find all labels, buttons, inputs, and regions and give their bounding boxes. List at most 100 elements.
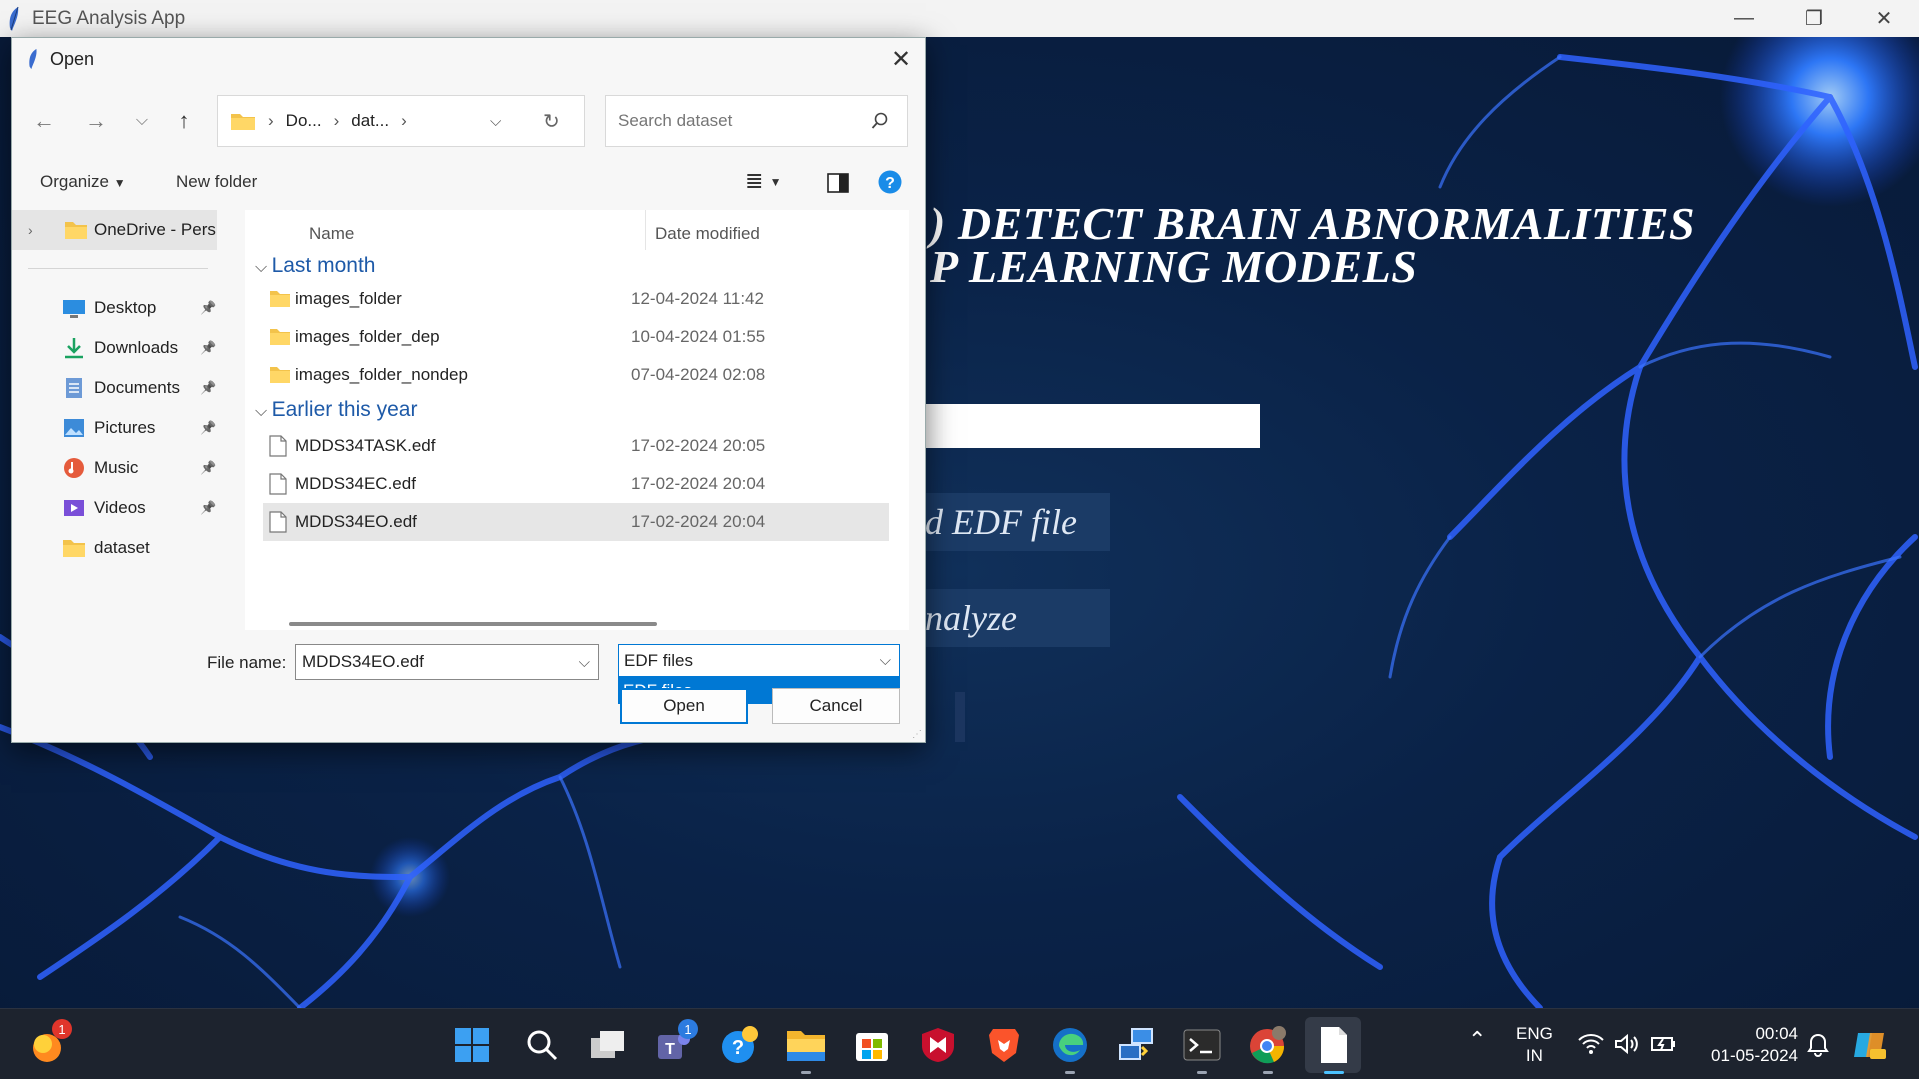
file-date: 17-02-2024 20:05	[631, 436, 766, 455]
wifi-icon[interactable]	[1578, 1033, 1604, 1055]
file-row[interactable]: images_folder_dep 10-04-2024 01:55	[263, 318, 889, 356]
start-button[interactable]	[452, 1025, 492, 1065]
forward-button[interactable]: →	[82, 107, 110, 135]
notification-badge: 1	[52, 1019, 72, 1039]
sidebar-item-pictures[interactable]: Pictures 📌	[12, 408, 217, 448]
chevron-down-icon: ⌵	[135, 112, 149, 129]
store-icon	[856, 1033, 888, 1061]
close-app-button[interactable]: ✕	[1849, 0, 1919, 37]
group-header[interactable]: ⌵ Last month	[255, 254, 375, 278]
view-options-button[interactable]: ≣ ▼	[745, 168, 781, 194]
file-name: images_folder_nondep	[295, 365, 468, 384]
remote-desktop-button[interactable]	[1116, 1025, 1156, 1065]
file-type-value: EDF files	[624, 650, 693, 670]
file-type-select[interactable]: EDF files ⌵	[618, 644, 900, 677]
task-view-button[interactable]	[588, 1025, 628, 1065]
edge-button[interactable]	[1050, 1025, 1090, 1065]
up-button[interactable]: ↑	[170, 107, 198, 135]
region-label: IN	[1525, 1046, 1543, 1065]
sidebar-item-music[interactable]: Music 📌	[12, 448, 217, 488]
recent-locations-button[interactable]: ⌵	[128, 107, 156, 135]
horizontal-scrollbar[interactable]	[289, 622, 657, 626]
file-row[interactable]: MDDS34TASK.edf 17-02-2024 20:05	[263, 427, 889, 465]
search-icon	[527, 1030, 558, 1061]
group-header[interactable]: ⌵ Earlier this year	[255, 398, 417, 422]
file-row[interactable]: MDDS34EC.edf 17-02-2024 20:04	[263, 465, 889, 503]
copilot-icon[interactable]	[1852, 1027, 1888, 1063]
breadcrumb-documents[interactable]: Do...	[286, 111, 322, 131]
battery-icon[interactable]	[1650, 1033, 1678, 1055]
refresh-icon[interactable]: ↻	[543, 109, 560, 134]
chevron-down-icon[interactable]: ⌵	[579, 654, 590, 671]
sidebar-item-videos[interactable]: Videos 📌	[12, 488, 217, 528]
sidebar-item-onedrive[interactable]: › OneDrive - Pers	[12, 210, 217, 250]
dialog-close-button[interactable]: ✕	[877, 38, 925, 80]
mcafee-button[interactable]	[918, 1025, 958, 1065]
list-view-icon: ≣	[745, 168, 764, 193]
navigation-pane: › OneDrive - Pers Desktop 📌 Downloads 📌 Docu…	[12, 210, 217, 630]
sidebar-item-documents[interactable]: Documents 📌	[12, 368, 217, 408]
file-row[interactable]: images_folder 12-04-2024 11:42	[263, 280, 889, 318]
teams-button[interactable]: T 1	[654, 1019, 698, 1065]
back-button[interactable]: ←	[30, 107, 58, 135]
navigation-bar: ← → ⌵ ↑ › Do... › dat... › ⌵ ↻ Search da…	[12, 95, 927, 147]
close-icon: ✕	[1875, 8, 1893, 30]
file-row[interactable]: images_folder_nondep 07-04-2024 02:08	[263, 356, 889, 394]
microsoft-store-button[interactable]	[852, 1025, 892, 1065]
cancel-button[interactable]: Cancel	[772, 688, 900, 724]
sidebar-item-dataset[interactable]: dataset	[12, 528, 217, 568]
brave-icon	[989, 1029, 1019, 1062]
sidebar-item-desktop[interactable]: Desktop 📌	[12, 288, 217, 328]
sidebar-item-label: Music	[94, 458, 139, 477]
open-button[interactable]: Open	[620, 688, 748, 724]
terminal-button[interactable]	[1182, 1025, 1222, 1065]
time-label: 00:04	[1755, 1024, 1798, 1043]
file-name-input[interactable]: MDDS34EO.edf ⌵	[295, 644, 599, 680]
column-header-name[interactable]: Name	[309, 224, 354, 244]
organize-button[interactable]: Organize ▼	[40, 172, 126, 192]
svg-text:T: T	[665, 1041, 675, 1058]
show-hidden-icons-button[interactable]: ⌃	[1468, 1027, 1486, 1053]
chevron-down-icon: ⌵	[255, 259, 272, 276]
input-language-indicator[interactable]: ENG IN	[1516, 1023, 1553, 1067]
folder-icon	[787, 1031, 825, 1061]
eeg-app-taskbar-button[interactable]	[1314, 1025, 1354, 1065]
column-header-date[interactable]: Date modified	[655, 224, 760, 244]
file-icon	[269, 435, 291, 457]
windows-icon	[455, 1028, 489, 1062]
search-button[interactable]	[522, 1025, 562, 1065]
chrome-button[interactable]	[1248, 1025, 1288, 1065]
pin-icon: 📌	[200, 340, 217, 355]
help-icon[interactable]: ?	[878, 170, 902, 194]
pin-icon: 📌	[200, 500, 217, 515]
new-folder-button[interactable]: New folder	[176, 172, 257, 192]
dialog-toolbar: Organize ▼ New folder ≣ ▼ ?	[12, 162, 927, 204]
notifications-bell-icon[interactable]	[1807, 1033, 1829, 1057]
chevron-right-icon: ›	[28, 222, 33, 238]
get-help-button[interactable]: ?	[720, 1025, 760, 1065]
address-dropdown-icon[interactable]: ⌵	[490, 113, 501, 130]
minimize-button[interactable]: —	[1709, 0, 1779, 37]
address-bar[interactable]: › Do... › dat... › ⌵ ↻	[217, 95, 585, 147]
brave-button[interactable]	[984, 1025, 1024, 1065]
resize-grip-icon[interactable]: ⋰	[912, 729, 922, 740]
load-edf-button[interactable]: d EDF file	[905, 493, 1110, 551]
sidebar-item-label: dataset	[94, 538, 150, 557]
folder-icon	[65, 222, 87, 239]
clock[interactable]: 00:04 01-05-2024	[1698, 1023, 1798, 1067]
volume-icon[interactable]	[1614, 1033, 1640, 1055]
preview-pane-icon[interactable]	[827, 173, 849, 193]
running-indicator	[1065, 1071, 1075, 1074]
analyze-button[interactable]: nalyze	[905, 589, 1110, 647]
weather-widget-button[interactable]: 1	[28, 1019, 72, 1065]
restore-button[interactable]: ❐	[1779, 0, 1849, 37]
file-explorer-button[interactable]	[786, 1025, 826, 1065]
svg-text:?: ?	[732, 1037, 744, 1059]
sidebar-item-downloads[interactable]: Downloads 📌	[12, 328, 217, 368]
breadcrumb-dataset[interactable]: dat...	[351, 111, 389, 131]
file-row[interactable]: MDDS34EO.edf 17-02-2024 20:04	[263, 503, 889, 541]
analyze-label: nalyze	[925, 598, 1017, 638]
search-box[interactable]: Search dataset	[605, 95, 908, 147]
app-file-path-entry[interactable]	[910, 404, 1260, 448]
folder-icon	[269, 364, 291, 386]
